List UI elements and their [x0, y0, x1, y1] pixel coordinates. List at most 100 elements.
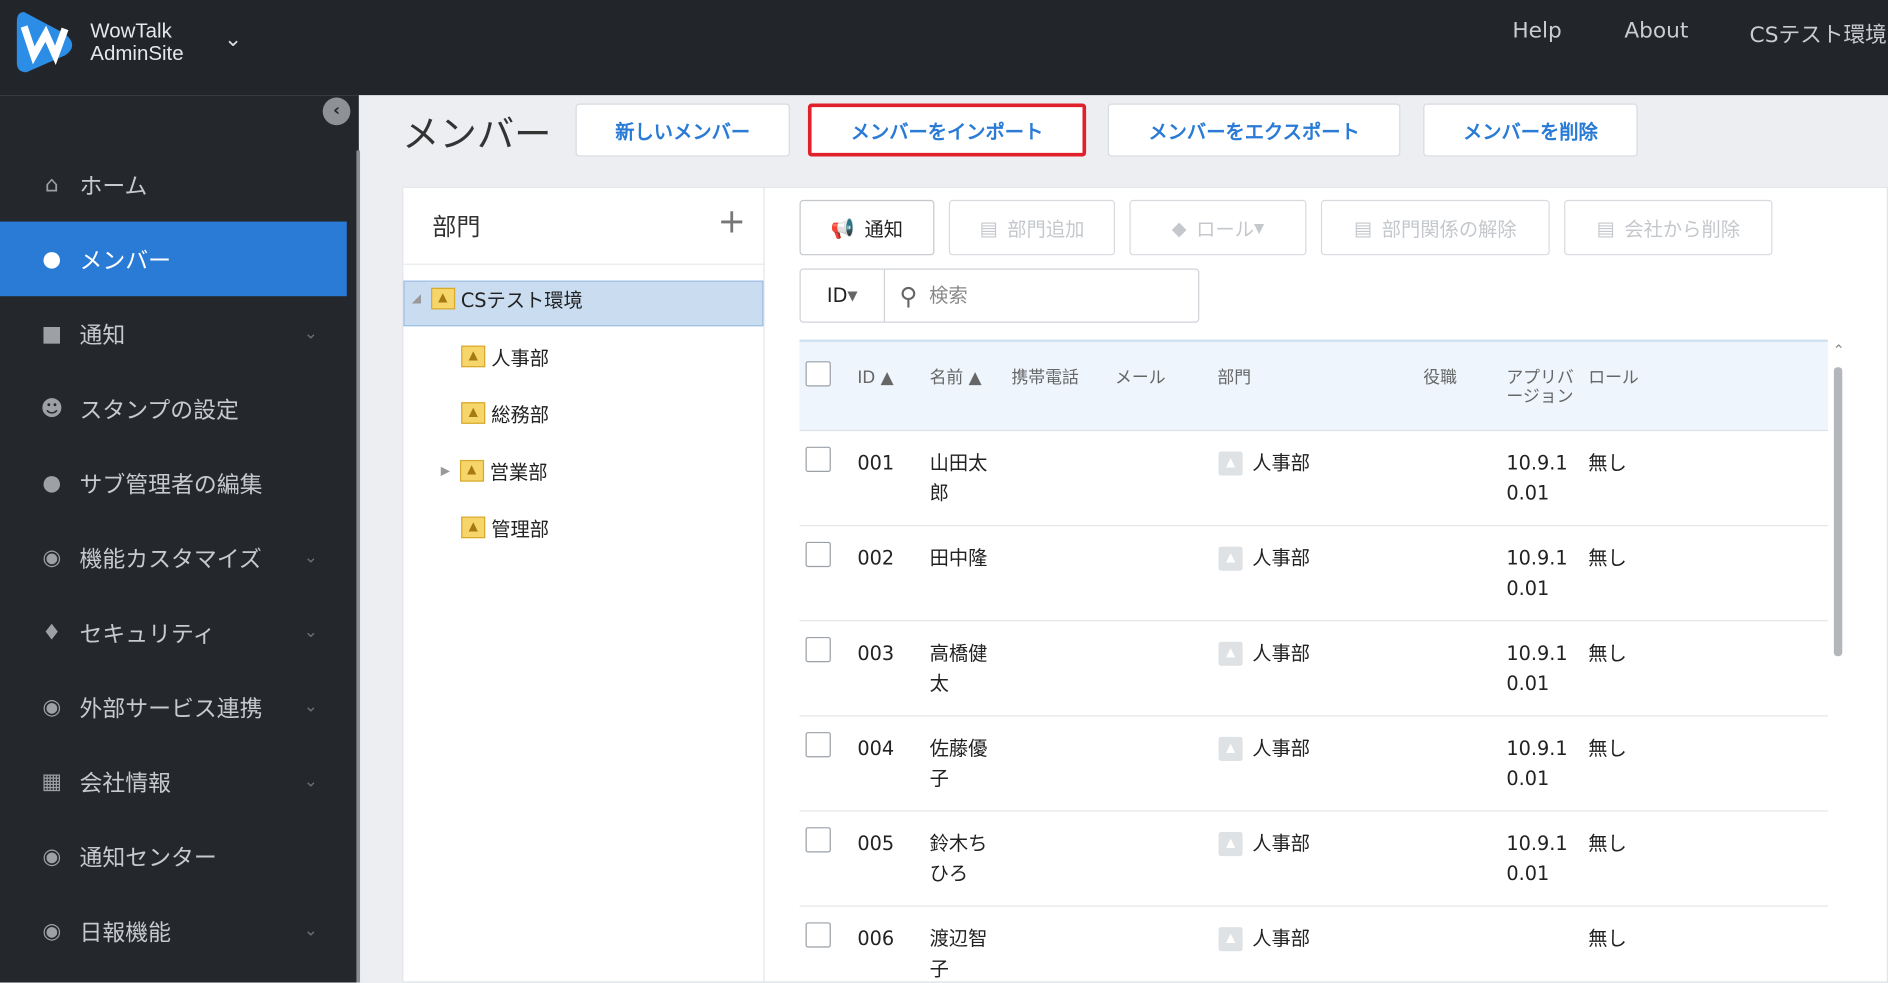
chevron-down-icon[interactable]: ⌄ [304, 324, 318, 343]
button-label: 会社から削除 [1624, 217, 1740, 241]
about-link[interactable]: About [1624, 18, 1688, 43]
chevron-down-icon[interactable]: ⌄ [304, 697, 318, 716]
col-name[interactable]: 名前 ▲ [930, 368, 982, 387]
tree-item-root[interactable]: ◢ ▲ CSテスト環境 [412, 284, 583, 313]
search-icon: ⚲ [899, 281, 918, 311]
select-value: ID [826, 284, 848, 308]
button-label: 部門追加 [1007, 217, 1085, 241]
scroll-up-icon[interactable]: ⌃ [1833, 342, 1845, 359]
name-line: 山田太 [929, 451, 988, 475]
tree-label: 総務部 [491, 403, 550, 427]
cell-role: 無し [1588, 736, 1627, 760]
import-members-button[interactable]: メンバーをインポート [807, 103, 1087, 157]
cell-name[interactable]: 佐藤優子 [930, 733, 988, 793]
role-button[interactable]: ◆ ロール ▼ [1129, 199, 1307, 256]
sidebar-item-label: 会社情報 [79, 770, 172, 797]
sidebar-item[interactable]: ☻ スタンプの設定 [0, 371, 347, 446]
row-checkbox[interactable] [805, 541, 831, 568]
department-icon: ▲ [430, 287, 455, 310]
col-position[interactable]: 役職 [1423, 368, 1457, 387]
chevron-down-icon[interactable]: ⌄ [304, 623, 318, 642]
tree-item[interactable]: ▶ ▲ 営業部 [441, 456, 548, 485]
table-row[interactable] [799, 526, 1828, 622]
sidebar-item[interactable]: ▦ 会社情報 ⌄ [0, 744, 347, 819]
search-field-select[interactable]: ID ▼ [801, 269, 886, 322]
sidebar-item-label: メンバー [79, 247, 172, 274]
version-line: 10.9.1 [1506, 641, 1568, 665]
sidebar-item[interactable]: ♦ セキュリティ ⌄ [0, 595, 347, 670]
col-mail[interactable]: メール [1115, 368, 1166, 387]
department-icon: ▲ [1218, 927, 1243, 952]
notify-button[interactable]: 📢 通知 [799, 199, 935, 256]
sidebar-item-label: 通知センター [79, 844, 217, 872]
delete-members-button[interactable]: メンバーを削除 [1423, 103, 1638, 157]
panel-splitter[interactable] [763, 186, 765, 983]
department-icon: ▲ [459, 459, 484, 482]
trash-icon: ▤ [1596, 216, 1615, 240]
department-icon: ▲ [1218, 832, 1243, 857]
collapse-sidebar-icon[interactable]: ‹ [322, 97, 351, 126]
cell-role: 無し [1588, 927, 1627, 951]
brand-name[interactable]: WowTalk AdminSite [90, 19, 183, 65]
cell-role: 無し [1588, 546, 1627, 570]
row-checkbox[interactable] [805, 636, 831, 663]
sidebar-item[interactable]: ■ 通知 ⌄ [0, 296, 347, 371]
tree-expanded-icon[interactable]: ◢ [412, 292, 421, 305]
org-menu[interactable]: CSテスト環境 [1750, 18, 1887, 49]
col-mobile[interactable]: 携帯電話 [1011, 368, 1078, 387]
cell-app-version: 10.9.1 0.01 [1506, 828, 1567, 888]
chevron-down-icon[interactable]: ⌄ [224, 26, 242, 51]
version-line: 0.01 [1506, 671, 1550, 695]
table-scrollbar[interactable] [1833, 367, 1843, 657]
name-line: ひろ [929, 862, 969, 886]
cell-dept: 人事部 [1252, 546, 1311, 570]
tree-item[interactable]: ▲ 管理部 [461, 513, 549, 542]
col-dept[interactable]: 部門 [1217, 368, 1251, 387]
chevron-down-icon[interactable]: ⌄ [304, 921, 318, 940]
cell-name[interactable]: 高橋健太 [930, 638, 988, 698]
tree-collapsed-icon[interactable]: ▶ [441, 464, 450, 477]
user-icon: ● [42, 246, 62, 272]
sidebar-item[interactable]: ◉ 機能カスタマイズ ⌄ [0, 520, 347, 595]
cell-name[interactable]: 田中隆 [930, 543, 988, 573]
sidebar-scrollbar[interactable] [356, 150, 361, 983]
remove-from-company-button[interactable]: ▤ 会社から削除 [1564, 199, 1773, 256]
cell-name[interactable]: 山田太郎 [930, 448, 988, 508]
cell-id: 001 [857, 451, 895, 475]
row-checkbox[interactable] [805, 827, 831, 853]
tree-label: 人事部 [491, 346, 550, 370]
remove-dept-relation-button[interactable]: ▤ 部門関係の解除 [1320, 199, 1550, 256]
row-checkbox[interactable] [805, 922, 831, 948]
sidebar-item[interactable]: ◉ 日報機能 ⌄ [0, 893, 347, 968]
add-dept-button[interactable]: ▤ 部門追加 [948, 199, 1115, 256]
tree-item[interactable]: ▲ 人事部 [461, 342, 549, 371]
cell-name[interactable]: 鈴木ち ひろ [930, 828, 988, 888]
cell-role: 無し [1588, 832, 1627, 855]
version-line: 0.01 [1506, 862, 1550, 886]
sidebar-item-label: 通知 [79, 322, 126, 349]
cell-name[interactable]: 渡辺智子 [930, 924, 988, 983]
add-dept-icon[interactable]: + [718, 204, 746, 239]
admin-user-icon: ● [42, 470, 62, 496]
col-role[interactable]: ロール [1588, 368, 1639, 387]
col-id[interactable]: ID ▲ [857, 368, 893, 387]
chevron-down-icon[interactable]: ⌄ [304, 772, 318, 791]
tree-item[interactable]: ▲ 総務部 [461, 399, 549, 428]
col-app-version[interactable]: アプリバ ージョン [1506, 368, 1573, 407]
sidebar-item[interactable]: ◉ 外部サービス連携 ⌄ [0, 669, 347, 744]
help-link[interactable]: Help [1512, 18, 1561, 43]
sidebar-item[interactable]: ● メンバー [0, 221, 347, 297]
sidebar-item[interactable]: ◉ 通知センター [0, 819, 347, 894]
sidebar-item[interactable]: ⌂ ホーム [0, 147, 347, 222]
search-bar: ID ▼ ⚲ [799, 268, 1200, 323]
row-checkbox[interactable] [805, 732, 831, 758]
export-members-button[interactable]: メンバーをエクスポート [1107, 103, 1401, 157]
search-input[interactable] [929, 284, 1170, 308]
select-all-checkbox[interactable] [805, 361, 831, 387]
name-line: 佐藤優 [929, 736, 988, 760]
chevron-down-icon[interactable]: ⌄ [304, 548, 318, 567]
new-member-button[interactable]: 新しいメンバー [575, 103, 790, 157]
sidebar-item[interactable]: ● サブ管理者の編集 [0, 446, 347, 521]
row-checkbox[interactable] [805, 446, 831, 473]
col-label: 名前 [929, 368, 964, 388]
